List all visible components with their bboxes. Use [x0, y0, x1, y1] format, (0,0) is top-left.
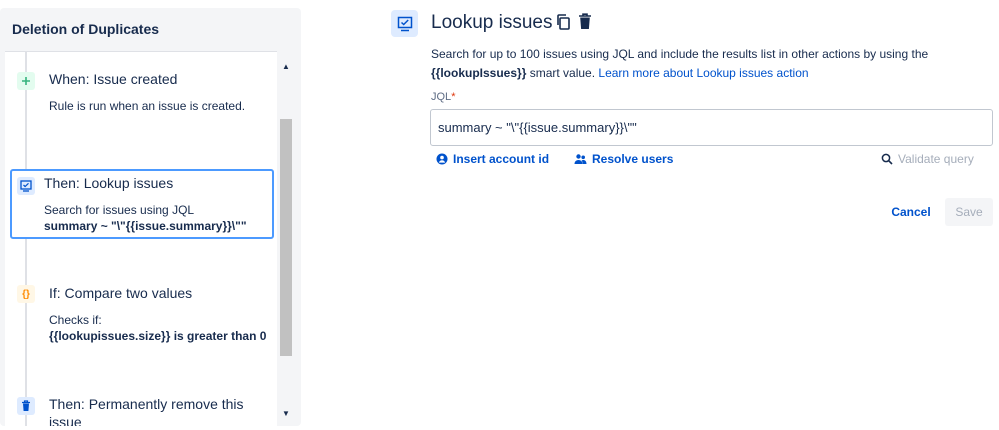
rule-sidebar: Deletion of Duplicates When: Issue creat… — [0, 8, 301, 426]
lookup-issues-icon — [17, 177, 35, 195]
smart-value: {{lookupIssues}} — [431, 66, 527, 80]
rule-item-title: Then: Lookup issues — [44, 175, 174, 191]
rule-item-remove-issue[interactable]: Then: Permanently remove this issue — [10, 390, 274, 426]
rule-item-description: Search for issues using JQL summary ~ "\… — [44, 202, 247, 234]
rule-item-desc-query: summary ~ "\"{{issue.summary}}\"" — [44, 219, 247, 233]
braces-icon: {} — [17, 285, 35, 303]
resolve-users-label: Resolve users — [592, 152, 674, 166]
resolve-users-button[interactable]: Resolve users — [574, 152, 673, 166]
cancel-button[interactable]: Cancel — [882, 198, 940, 226]
rule-item-desc-line: Checks if: — [49, 313, 102, 327]
rule-item-desc-condition: {{lookupissues.size}} is greater than 0 — [49, 329, 267, 343]
scroll-up-arrow-icon[interactable]: ▲ — [281, 61, 291, 71]
delete-icon[interactable] — [578, 13, 592, 30]
lookup-issues-icon — [391, 10, 418, 37]
validate-query-label: Validate query — [898, 152, 974, 166]
jql-label: JQL* — [431, 91, 455, 103]
rule-item-title: If: Compare two values — [49, 285, 193, 301]
desc-text: Search for up to 100 issues using JQL an… — [431, 47, 929, 61]
jql-label-text: JQL — [431, 91, 452, 103]
action-description: Search for up to 100 issues using JQL an… — [431, 45, 991, 83]
page-title: Lookup issues — [431, 12, 553, 33]
rule-item-desc-line: Search for issues using JQL — [44, 203, 195, 217]
search-icon — [881, 153, 893, 165]
validate-query-button[interactable]: Validate query — [881, 152, 974, 166]
jql-input[interactable]: summary ~ "\"{{issue.summary}}\"" — [430, 109, 993, 146]
copy-icon[interactable] — [556, 14, 570, 30]
rule-item-title: Then: Permanently remove this issue — [49, 396, 244, 426]
trash-icon — [17, 397, 35, 415]
rule-item-trigger[interactable]: When: Issue created Rule is run when an … — [10, 68, 274, 128]
insert-account-id-label: Insert account id — [453, 152, 550, 166]
scroll-thumb[interactable] — [280, 119, 292, 356]
user-circle-icon — [436, 153, 448, 165]
rule-components-list[interactable]: When: Issue created Rule is run when an … — [5, 51, 277, 426]
sidebar-scrollbar[interactable]: ▲ ▼ — [279, 51, 293, 426]
desc-text: smart value. — [526, 66, 599, 80]
rule-name: Deletion of Duplicates — [12, 21, 160, 37]
learn-more-link[interactable]: Learn more about Lookup issues action — [598, 66, 808, 80]
users-icon — [574, 154, 587, 164]
insert-account-id-button[interactable]: Insert account id — [436, 152, 549, 166]
plus-icon — [17, 72, 35, 90]
rule-item-description: Checks if: {{lookupissues.size}} is grea… — [49, 312, 266, 344]
rule-item-lookup-issues[interactable]: Then: Lookup issues Search for issues us… — [10, 169, 274, 239]
required-marker: * — [451, 91, 456, 103]
save-button[interactable]: Save — [945, 198, 993, 226]
rule-item-compare-values[interactable]: {} If: Compare two values Checks if: {{l… — [10, 280, 274, 350]
rule-item-title: When: Issue created — [49, 71, 178, 87]
scroll-down-arrow-icon[interactable]: ▼ — [281, 408, 291, 418]
rule-item-description: Rule is run when an issue is created. — [49, 99, 246, 113]
